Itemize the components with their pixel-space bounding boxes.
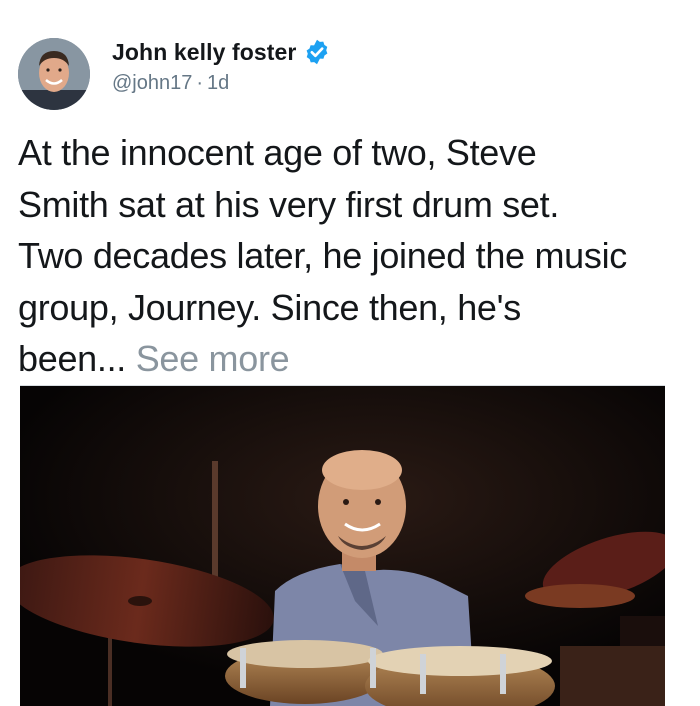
tweet-last-line: been... See more: [18, 333, 698, 385]
avatar[interactable]: [18, 38, 90, 110]
tweet-line: been...: [18, 338, 126, 379]
tweet-meta: @john17 · 1d: [112, 72, 229, 95]
tweet-media-image[interactable]: [20, 385, 665, 706]
tweet-line: Two decades later, he joined the music: [18, 235, 627, 276]
tweet-line: Smith sat at his very first drum set.: [18, 183, 560, 225]
tweet-timestamp[interactable]: 1d: [207, 72, 229, 94]
author-name-row: John kelly foster: [112, 38, 331, 66]
tweet-body: At the innocent age of two, Steve Smith …: [18, 127, 698, 385]
see-more-link[interactable]: See more: [136, 338, 290, 379]
author-name[interactable]: John kelly foster: [112, 39, 296, 66]
tweet-line: group, Journey. Since then, he's: [18, 286, 521, 328]
author-handle[interactable]: @john17: [112, 72, 192, 94]
tweet-line: At the innocent age of two, Steve: [18, 132, 537, 173]
meta-separator: ·: [196, 72, 204, 94]
verified-badge-icon: [303, 38, 331, 66]
drummer-photo: [20, 386, 665, 706]
